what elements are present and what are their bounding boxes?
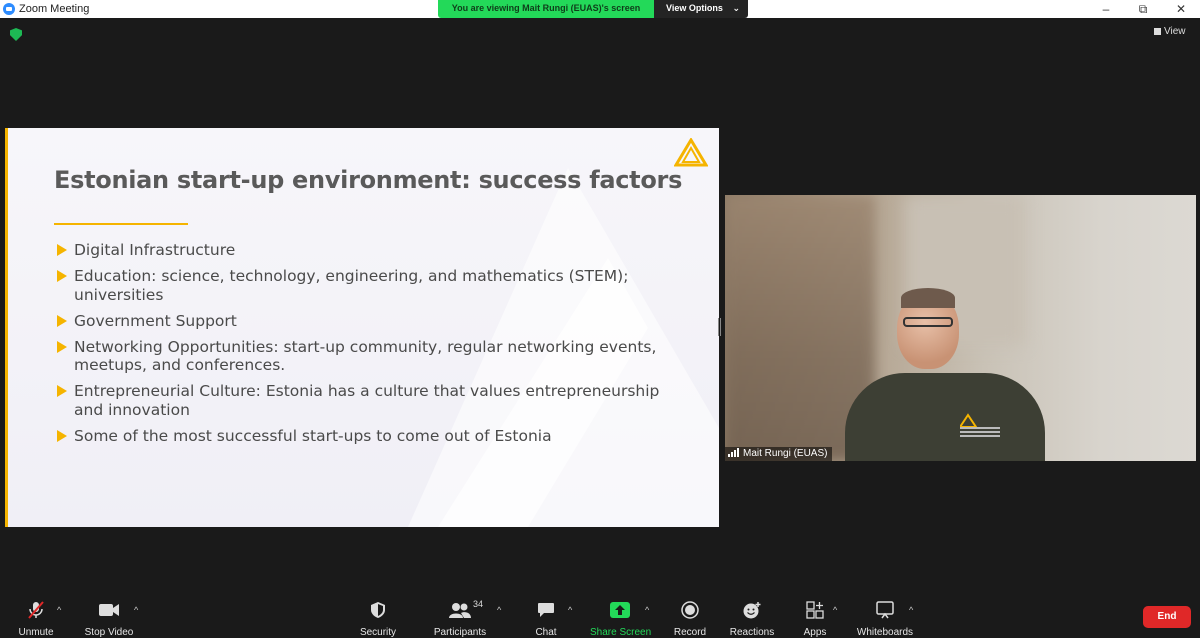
bullet-arrow-icon [57, 429, 67, 442]
apps-label: Apps [803, 627, 827, 638]
bullet-item: Government Support [54, 312, 674, 331]
stop-video-label: Stop Video [84, 627, 134, 638]
reactions-label: Reactions [729, 627, 775, 638]
unmute-label: Unmute [18, 627, 54, 638]
record-label: Record [673, 627, 707, 638]
view-options-button[interactable]: View Options ⌄ [654, 0, 748, 18]
view-grid-icon [1154, 28, 1161, 35]
end-meeting-button[interactable]: End [1143, 606, 1191, 628]
zoom-app-icon [3, 3, 15, 15]
view-options-label: View Options [666, 3, 723, 13]
signal-strength-icon [728, 448, 740, 462]
minimize-button[interactable]: – [1088, 0, 1124, 18]
security-button[interactable]: Security [356, 600, 400, 638]
share-options-caret[interactable]: ^ [645, 605, 649, 615]
bullet-list: Digital Infrastructure Education: scienc… [54, 241, 674, 453]
bullet-item: Education: science, technology, engineer… [54, 267, 674, 304]
screen-share-banner: You are viewing Mait Rungi (EUAS)'s scre… [438, 0, 748, 18]
euas-logo-icon [674, 138, 708, 167]
participant-name-label: Mait Rungi (EUAS) [725, 447, 833, 462]
bullet-arrow-icon [57, 270, 67, 283]
bullet-item: Some of the most successful start-ups to… [54, 427, 674, 446]
security-label: Security [359, 627, 397, 638]
bullet-item: Entrepreneurial Culture: Estonia has a c… [54, 382, 674, 419]
whiteboards-label: Whiteboards [856, 627, 914, 638]
whiteboards-button[interactable]: Whiteboards [856, 600, 914, 638]
participants-icon [449, 603, 471, 618]
whiteboard-icon [876, 601, 894, 619]
share-screen-icon [610, 602, 630, 618]
view-label: View [1164, 26, 1186, 37]
encryption-shield-icon[interactable] [10, 28, 22, 41]
chat-label: Chat [535, 627, 557, 638]
share-screen-button[interactable]: Share Screen [590, 600, 652, 638]
apps-icon [806, 601, 824, 619]
share-screen-label: Share Screen [590, 627, 652, 638]
participant-video-tile[interactable] [725, 195, 1196, 461]
record-button[interactable]: Record [672, 600, 708, 638]
stop-video-button[interactable]: Stop Video [84, 600, 134, 638]
shield-icon [371, 602, 385, 618]
participants-label: Participants [433, 627, 487, 638]
reactions-button[interactable]: Reactions [728, 600, 776, 638]
slide-title: Estonian start-up environment: success f… [54, 166, 683, 194]
apps-button[interactable]: Apps [800, 600, 830, 638]
unmute-button[interactable]: Unmute [16, 600, 56, 638]
meeting-toolbar: Unmute ^ Stop Video ^ Security 34 Partic… [0, 597, 1200, 638]
apps-options-caret[interactable]: ^ [833, 605, 837, 615]
bullet-arrow-icon [57, 385, 67, 398]
bullet-arrow-icon [57, 340, 67, 353]
window-title: Zoom Meeting [19, 3, 90, 15]
person-body [845, 373, 1045, 461]
viewing-screen-label: You are viewing Mait Rungi (EUAS)'s scre… [438, 0, 654, 18]
close-button[interactable]: ✕ [1163, 0, 1199, 18]
record-icon [681, 601, 699, 619]
view-button[interactable]: View [1154, 26, 1186, 37]
bullet-item: Digital Infrastructure [54, 241, 674, 260]
smiley-icon [743, 602, 761, 619]
chat-bubble-icon [538, 603, 554, 617]
participants-button[interactable]: 34 Participants [432, 599, 488, 638]
video-camera-icon [99, 604, 119, 616]
shirt-print [960, 427, 1000, 441]
bullet-arrow-icon [57, 244, 67, 256]
video-options-caret[interactable]: ^ [134, 605, 138, 615]
bullet-item: Networking Opportunities: start-up commu… [54, 338, 674, 375]
chat-options-caret[interactable]: ^ [568, 605, 572, 615]
bullet-arrow-icon [57, 314, 67, 327]
participants-count: 34 [473, 599, 484, 609]
audio-options-caret[interactable]: ^ [57, 605, 61, 615]
restore-button[interactable]: ⧉ [1125, 0, 1161, 18]
title-underline [54, 223, 188, 225]
chat-button[interactable]: Chat [532, 600, 560, 638]
shared-screen-slide: Estonian start-up environment: success f… [5, 128, 719, 527]
panel-resize-handle[interactable] [718, 318, 721, 336]
muted-microphone-icon [28, 601, 44, 619]
participants-options-caret[interactable]: ^ [497, 605, 501, 615]
chevron-down-icon: ⌄ [732, 3, 740, 13]
whiteboards-options-caret[interactable]: ^ [909, 605, 913, 615]
